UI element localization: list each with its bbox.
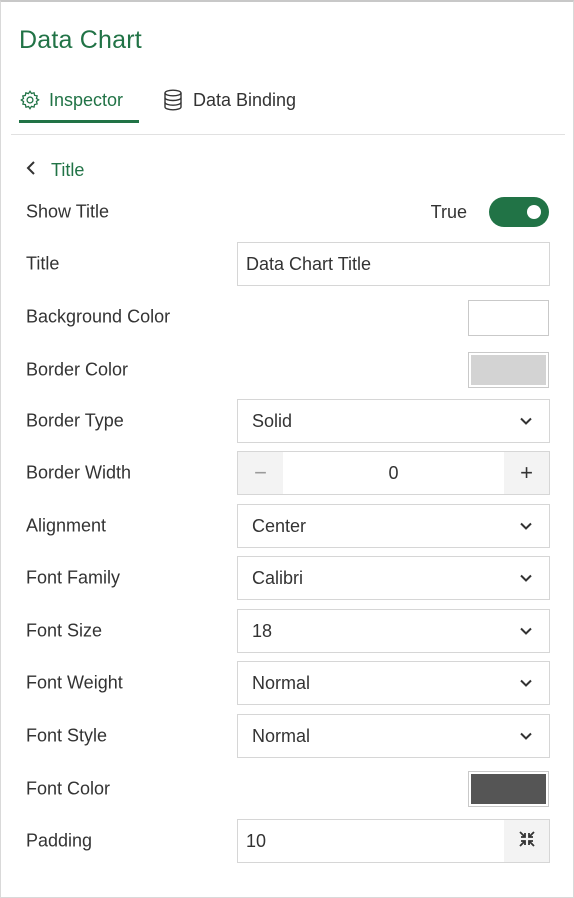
font-style-dropdown[interactable]: Normal	[237, 714, 550, 758]
collapse-sides-button[interactable]	[504, 820, 549, 862]
row-font-family: Font Family Calibri	[26, 556, 550, 600]
title-input[interactable]: Data Chart Title	[237, 242, 550, 286]
chevron-down-icon	[519, 673, 533, 694]
back-to-title-section[interactable]: Title	[25, 158, 84, 182]
font-style-label: Font Style	[26, 725, 108, 746]
chevron-down-icon	[519, 568, 533, 589]
properties-panel: Data Chart Inspector Data Binding Title …	[0, 0, 574, 898]
font-size-value: 18	[252, 620, 273, 641]
font-weight-dropdown[interactable]: Normal	[237, 661, 550, 705]
show-title-toggle-group: True	[431, 197, 549, 227]
row-font-size: Font Size 18	[26, 609, 550, 653]
border-type-value: Solid	[252, 410, 293, 431]
border-color-label: Border Color	[26, 359, 129, 380]
alignment-value: Center	[252, 515, 307, 536]
chevron-down-icon	[519, 621, 533, 642]
font-family-dropdown[interactable]: Calibri	[237, 556, 550, 600]
border-type-label: Border Type	[26, 410, 124, 431]
title-input-value: Data Chart Title	[246, 253, 372, 274]
chevron-down-icon	[519, 516, 533, 537]
row-background-color: Background Color	[26, 295, 549, 339]
decrement-button[interactable]: −	[238, 452, 283, 494]
font-size-dropdown[interactable]: 18	[237, 609, 550, 653]
padding-value: 10	[246, 830, 267, 851]
title-label: Title	[26, 253, 60, 274]
toggle-knob	[527, 205, 541, 219]
alignment-dropdown[interactable]: Center	[237, 504, 550, 548]
row-title: Title Data Chart Title	[26, 242, 550, 286]
show-title-toggle[interactable]	[489, 197, 549, 227]
panel-title: Data Chart	[19, 26, 142, 54]
active-tab-indicator	[19, 120, 139, 123]
background-color-fill	[471, 303, 546, 333]
chevron-down-icon	[519, 726, 533, 747]
padding-label: Padding	[26, 830, 93, 851]
collapse-icon	[518, 830, 536, 853]
alignment-label: Alignment	[26, 515, 107, 536]
font-family-value: Calibri	[252, 567, 304, 588]
row-border-width: Border Width − 0 +	[26, 451, 550, 495]
tab-inspector[interactable]: Inspector	[19, 78, 139, 122]
row-font-weight: Font Weight Normal	[26, 661, 550, 705]
section-label: Title	[51, 159, 85, 180]
tab-inspector-label: Inspector	[49, 89, 124, 110]
chevron-down-icon	[519, 411, 533, 432]
border-width-value[interactable]: 0	[283, 452, 504, 494]
show-title-label: Show Title	[26, 201, 110, 222]
row-border-type: Border Type Solid	[26, 399, 550, 443]
font-weight-label: Font Weight	[26, 672, 123, 693]
font-color-label: Font Color	[26, 778, 111, 799]
row-alignment: Alignment Center	[26, 504, 550, 548]
row-font-style: Font Style Normal	[26, 714, 550, 758]
background-color-swatch[interactable]	[468, 300, 549, 336]
border-width-stepper: − 0 +	[237, 451, 550, 495]
background-color-label: Background Color	[26, 306, 171, 327]
font-size-label: Font Size	[26, 620, 103, 641]
row-show-title: Show Title True	[26, 190, 549, 234]
tab-data-binding-label: Data Binding	[193, 89, 297, 110]
gear-icon	[19, 89, 41, 111]
padding-input[interactable]: 10	[237, 819, 550, 863]
tab-bar: Inspector Data Binding	[11, 78, 565, 135]
row-padding: Padding 10	[26, 819, 550, 863]
font-color-swatch[interactable]	[468, 771, 549, 807]
chevron-left-icon	[25, 160, 37, 181]
font-weight-value: Normal	[252, 672, 311, 693]
border-type-dropdown[interactable]: Solid	[237, 399, 550, 443]
increment-button[interactable]: +	[504, 452, 549, 494]
border-color-swatch[interactable]	[468, 352, 549, 388]
font-family-label: Font Family	[26, 567, 121, 588]
font-style-value: Normal	[252, 725, 311, 746]
database-icon	[161, 88, 185, 112]
border-color-fill	[471, 355, 546, 385]
row-border-color: Border Color	[26, 348, 549, 392]
tab-data-binding[interactable]: Data Binding	[161, 78, 296, 122]
show-title-value: True	[430, 201, 467, 222]
font-color-fill	[471, 774, 546, 804]
row-font-color: Font Color	[26, 767, 549, 811]
border-width-label: Border Width	[26, 462, 132, 483]
